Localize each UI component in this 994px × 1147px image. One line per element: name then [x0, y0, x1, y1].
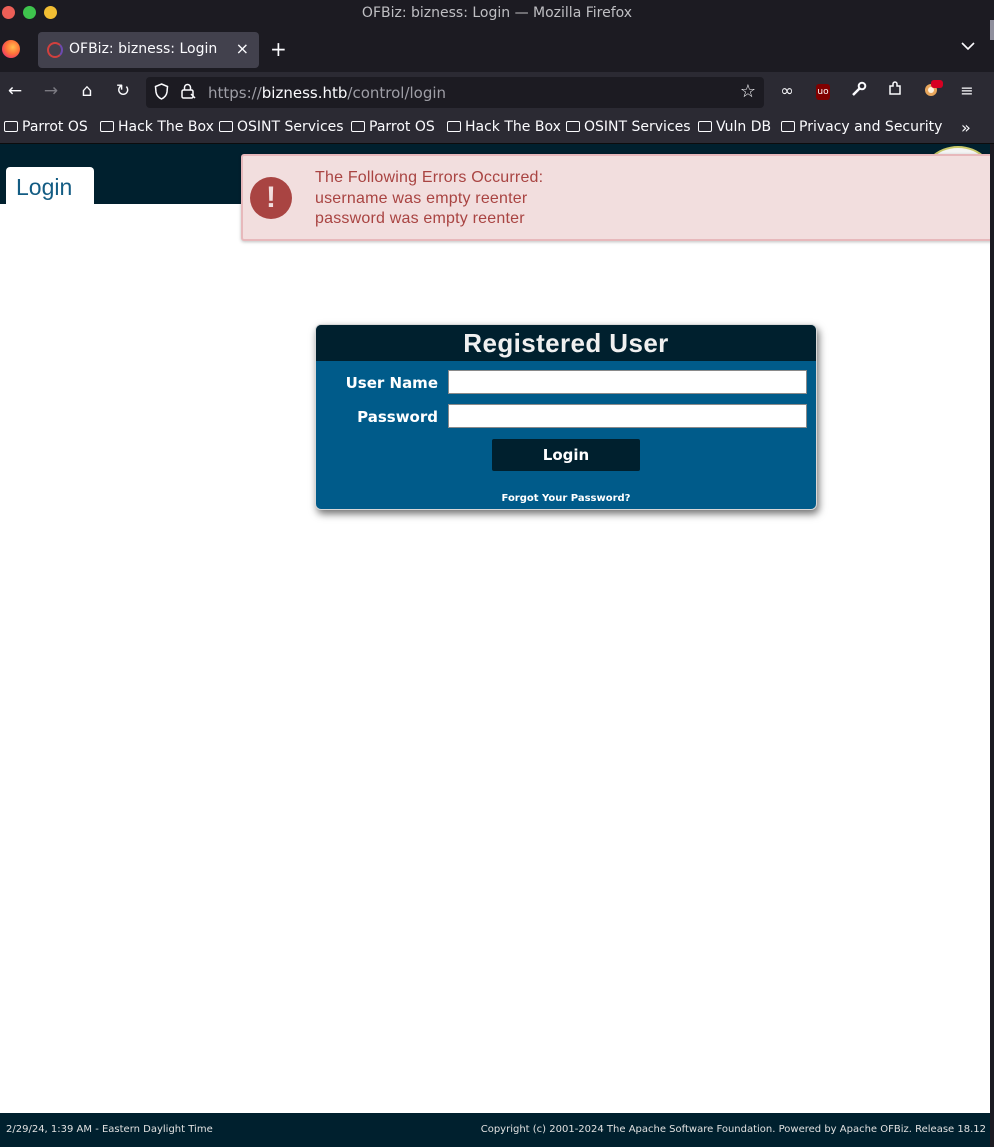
password-label: Password — [357, 408, 438, 426]
vertical-scrollbar[interactable] — [990, 144, 994, 1147]
app-menu-button[interactable]: ≡ — [956, 81, 978, 100]
footer-timestamp: 2/29/24, 1:39 AM - Eastern Daylight Time — [6, 1124, 213, 1135]
bookmark-folder-parrot-os-2[interactable]: Parrot OS — [351, 119, 435, 135]
bookmark-label: Privacy and Security — [799, 119, 943, 135]
bookmark-label: OSINT Services — [584, 119, 691, 135]
shield-icon[interactable] — [154, 83, 169, 104]
folder-icon — [4, 121, 18, 132]
new-tab-button[interactable]: + — [270, 37, 287, 61]
error-message-box: ! The Following Errors Occurred: usernam… — [241, 154, 990, 241]
login-tab[interactable]: Login — [6, 167, 94, 204]
window-title: OFBiz: bizness: Login — Mozilla Firefox — [361, 5, 633, 21]
login-form: Registered User User Name Password Login… — [315, 324, 817, 510]
bookmark-label: OSINT Services — [237, 119, 344, 135]
navigation-toolbar: ← → ⌂ ↻ https://bizness.htb/control/logi… — [0, 72, 994, 112]
extensions-puzzle-icon[interactable] — [884, 81, 906, 101]
login-tab-label: Login — [16, 174, 73, 200]
folder-icon — [781, 121, 795, 132]
bookmark-label: Vuln DB — [716, 119, 772, 135]
list-all-tabs-icon[interactable] — [961, 39, 975, 55]
close-tab-icon[interactable]: × — [236, 39, 249, 58]
tab-title: OFBiz: bizness: Login — [69, 41, 218, 57]
forgot-password-link[interactable]: Forgot Your Password? — [316, 493, 816, 504]
folder-icon — [698, 121, 712, 132]
bookmark-folder-privacy-security[interactable]: Privacy and Security — [781, 119, 942, 135]
tab-ofbiz-login[interactable]: OFBiz: bizness: Login × — [38, 32, 259, 68]
bookmark-label: Parrot OS — [22, 119, 88, 135]
footer-copyright: Copyright (c) 2001-2024 The Apache Softw… — [480, 1124, 986, 1135]
url-scheme: https:// — [208, 84, 262, 102]
bookmark-label: Hack The Box — [118, 119, 214, 135]
ofbiz-favicon-icon — [47, 42, 63, 58]
lock-icon[interactable] — [180, 82, 196, 104]
error-messages: The Following Errors Occurred: username … — [315, 168, 543, 230]
password-field[interactable] — [448, 404, 807, 428]
url-text[interactable]: https://bizness.htb/control/login — [208, 84, 446, 102]
tab-strip: OFBiz: bizness: Login × + — [0, 28, 994, 72]
window-titlebar: OFBiz: bizness: Login — Mozilla Firefox — [0, 0, 994, 28]
error-heading: The Following Errors Occurred: — [315, 169, 544, 186]
login-button[interactable]: Login — [492, 439, 640, 471]
bookmark-folder-osint-services[interactable]: OSINT Services — [219, 119, 344, 135]
error-message: username was empty reenter — [315, 189, 528, 207]
folder-icon — [566, 121, 580, 132]
error-message: password was empty reenter — [315, 210, 525, 227]
bookmark-label: Hack The Box — [465, 119, 561, 135]
bookmark-folder-vuln-db[interactable]: Vuln DB — [698, 119, 771, 135]
address-bar[interactable]: https://bizness.htb/control/login ☆ — [146, 77, 764, 108]
bookmark-folder-hack-the-box[interactable]: Hack The Box — [100, 119, 214, 135]
login-form-header: Registered User — [316, 325, 816, 361]
back-button[interactable]: ← — [4, 81, 26, 101]
bookmark-label: Parrot OS — [369, 119, 435, 135]
bookmarks-toolbar: Parrot OS Hack The Box OSINT Services Pa… — [0, 112, 994, 144]
url-path: /control/login — [347, 84, 447, 102]
forward-button[interactable]: → — [40, 81, 62, 101]
ublock-origin-icon[interactable]: uo — [816, 84, 830, 100]
bookmark-folder-parrot-os[interactable]: Parrot OS — [4, 119, 88, 135]
folder-icon — [100, 121, 114, 132]
username-label: User Name — [345, 374, 438, 392]
bookmark-star-icon[interactable]: ☆ — [740, 81, 756, 102]
folder-icon — [351, 121, 365, 132]
reload-button[interactable]: ↻ — [112, 81, 134, 101]
bookmark-folder-osint-services-2[interactable]: OSINT Services — [566, 119, 691, 135]
username-field[interactable] — [448, 370, 807, 394]
folder-icon — [219, 121, 233, 132]
scrollbar-thumb[interactable] — [990, 20, 994, 40]
extension-badge — [931, 80, 943, 88]
page-viewport: Login ! The Following Errors Occurred: u… — [0, 144, 990, 1147]
url-host: bizness.htb — [261, 84, 348, 102]
home-button[interactable]: ⌂ — [76, 81, 98, 101]
firefox-logo-icon[interactable] — [2, 40, 20, 58]
page-footer: 2/29/24, 1:39 AM - Eastern Daylight Time… — [0, 1113, 990, 1147]
folder-icon — [447, 121, 461, 132]
bookmarks-overflow-icon[interactable]: » — [961, 118, 971, 137]
wrench-icon[interactable] — [848, 81, 870, 101]
login-form-title: Registered User — [463, 328, 669, 358]
mask-extension-icon[interactable]: ∞ — [776, 81, 798, 100]
error-icon: ! — [250, 177, 292, 219]
bookmark-folder-hack-the-box-2[interactable]: Hack The Box — [447, 119, 561, 135]
